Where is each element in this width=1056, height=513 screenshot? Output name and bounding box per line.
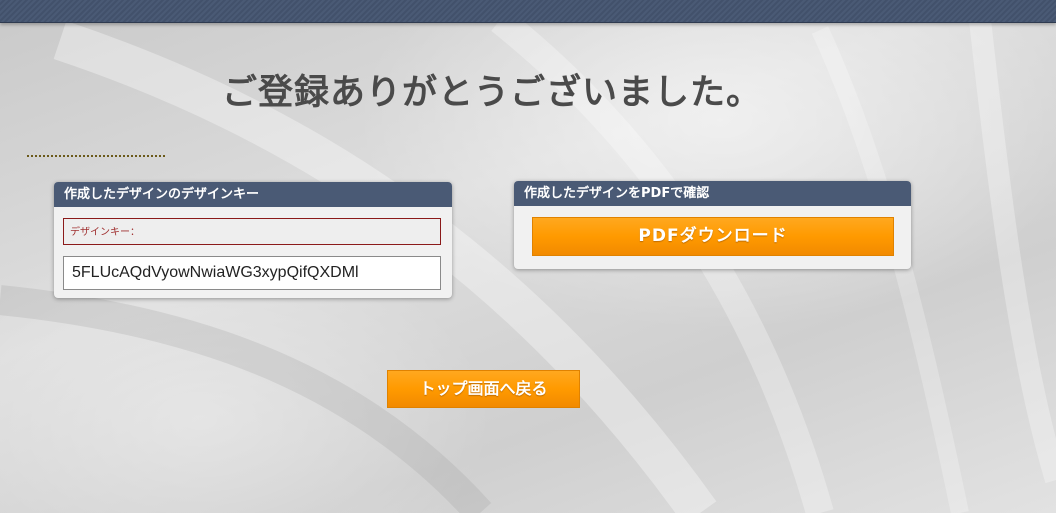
- back-to-top-button[interactable]: トップ画面へ戻る: [387, 370, 580, 408]
- design-key-field[interactable]: [63, 256, 441, 290]
- page-title: ご登録ありがとうございました。: [222, 73, 763, 113]
- top-header-bar: [0, 0, 1056, 23]
- pdf-panel: 作成したデザインをPDFで確認 PDFダウンロード: [514, 181, 911, 269]
- design-key-label: デザインキー：: [63, 218, 441, 245]
- pdf-panel-header: 作成したデザインをPDFで確認: [514, 181, 911, 206]
- design-key-panel-header: 作成したデザインのデザインキー: [54, 182, 452, 207]
- pdf-download-button[interactable]: PDFダウンロード: [532, 217, 894, 256]
- dotted-divider: [27, 155, 165, 157]
- design-key-panel: 作成したデザインのデザインキー デザインキー：: [54, 182, 452, 298]
